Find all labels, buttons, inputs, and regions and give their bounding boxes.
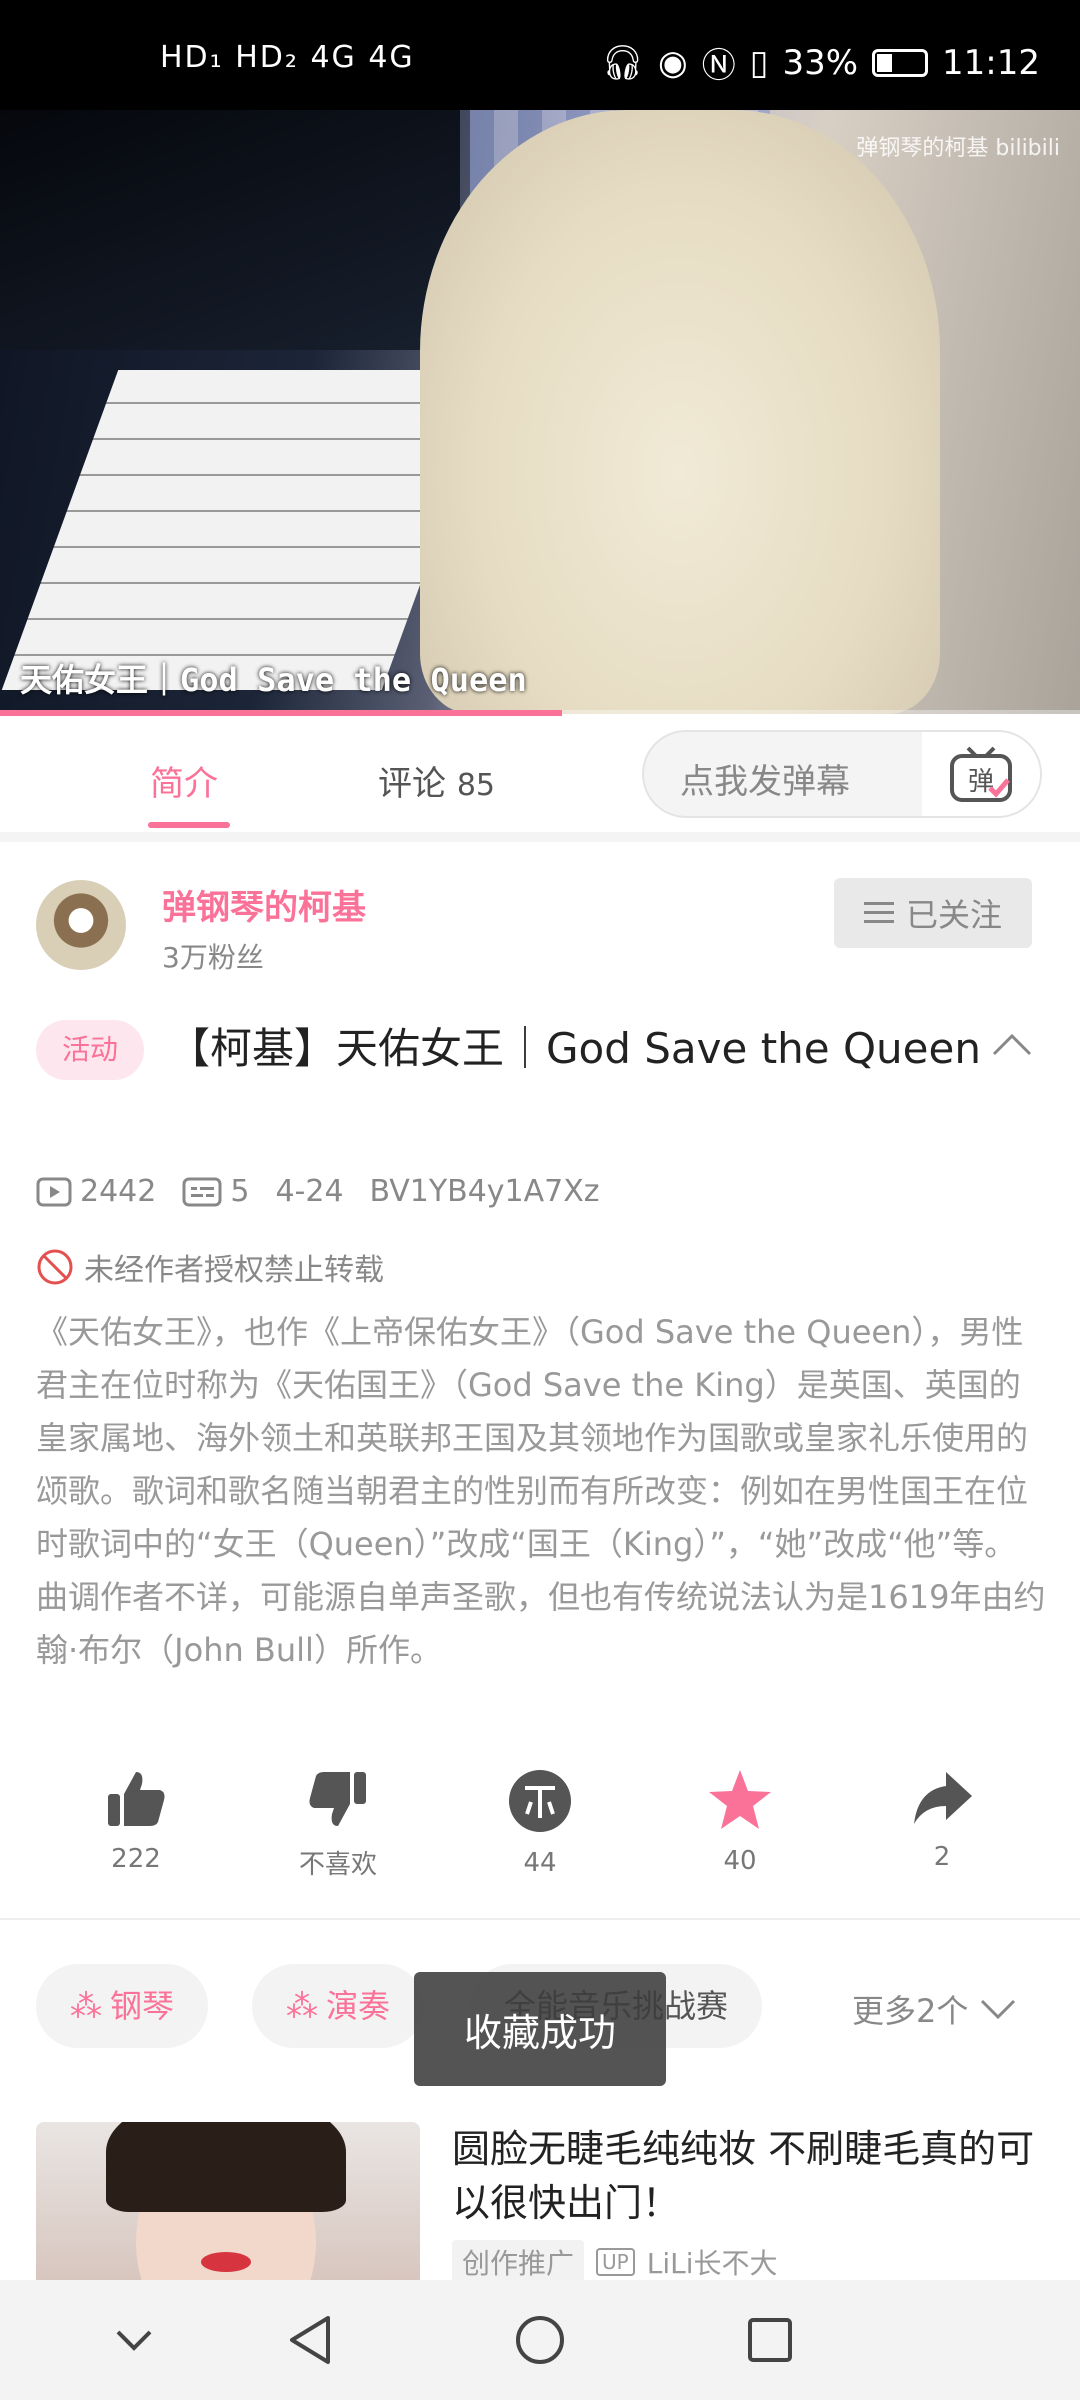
tab-comments-count: 85 — [456, 768, 495, 803]
video-player[interactable]: 弹钢琴的柯基 bilibili 天佑女王｜God Save the Queen — [0, 110, 1080, 714]
tag-cluster-icon: ⁂ — [286, 1987, 318, 2025]
toast-message: 收藏成功 — [414, 1972, 666, 2086]
coin-button[interactable]: 44 — [470, 1768, 610, 1878]
nfc-icon: Ⓝ — [701, 46, 736, 86]
status-bar: HD₁ HD₂ 4G 4G 🎧︎ ◉ Ⓝ ▯ 33% 11:12 — [0, 0, 1080, 110]
danmaku-tv-icon: 弹 — [950, 746, 1012, 802]
coin-count: 44 — [523, 1848, 557, 1878]
follow-button[interactable]: 已关注 — [834, 878, 1032, 948]
promotion-badge: 创作推广 — [452, 2240, 585, 2284]
more-tags-label: 更多2个 — [852, 1992, 969, 2030]
tag-piano-label: 钢琴 — [110, 1987, 175, 2025]
uploader-name[interactable]: 弹钢琴的柯基 — [162, 880, 366, 929]
chevron-up-icon[interactable] — [990, 1030, 1034, 1060]
video-description: 《天佑女王》，也作《上帝保佑女王》（God Save the Queen），男性… — [36, 1313, 1046, 1669]
favorite-count: 40 — [723, 1846, 757, 1876]
headphone-icon: 🎧︎ — [600, 42, 645, 83]
chevron-down-icon — [116, 2330, 152, 2351]
danmaku-input[interactable]: 点我发弹幕 弹 — [642, 730, 1042, 818]
danmaku-count-icon — [182, 1177, 222, 1206]
nav-hide-button[interactable] — [104, 2310, 164, 2370]
back-triangle-icon — [290, 2316, 330, 2364]
coin-icon — [509, 1770, 571, 1832]
tab-bar: 简介 评论 85 点我发弹幕 弹 — [0, 716, 1080, 842]
play-count-icon — [36, 1177, 72, 1206]
network-indicators: HD₁ HD₂ 4G 4G — [160, 40, 415, 75]
tag-piano[interactable]: ⁂ 钢琴 — [36, 1964, 209, 2048]
recommendation-meta: 创作推广 UP LiLi长不大 — [452, 2240, 777, 2284]
like-button[interactable]: 222 — [66, 1768, 206, 1874]
tag-cluster-icon: ⁂ — [70, 1987, 102, 2025]
bvid: BV1YB4y1A7Xz — [369, 1174, 600, 1209]
danmaku-count-item: 5 — [182, 1174, 249, 1209]
dislike-button[interactable]: 不喜欢 — [268, 1768, 408, 1881]
menu-lines-icon — [863, 902, 894, 923]
system-nav-bar — [0, 2280, 1080, 2400]
home-circle-icon — [516, 2316, 564, 2364]
dislike-label: 不喜欢 — [298, 1850, 377, 1880]
tag-performance[interactable]: ⁂ 演奏 — [252, 1964, 425, 2048]
recommendation-author[interactable]: LiLi长不大 — [647, 2242, 778, 2282]
section-divider — [0, 1918, 1080, 1920]
status-right: 🎧︎ ◉ Ⓝ ▯ 33% 11:12 — [601, 38, 1040, 87]
eye-icon: ◉ — [658, 42, 688, 83]
thumbs-up-icon — [108, 1772, 165, 1826]
up-badge-icon: UP — [596, 2248, 635, 2276]
danmaku-toggle-button[interactable]: 弹 — [922, 732, 1040, 816]
danmaku-count: 5 — [230, 1174, 250, 1209]
nav-back-button[interactable] — [280, 2310, 340, 2370]
video-watermark: 弹钢琴的柯基 bilibili — [856, 136, 1060, 161]
share-arrow-icon — [914, 1772, 972, 1824]
clock: 11:12 — [942, 42, 1040, 83]
like-count: 222 — [111, 1844, 161, 1874]
share-count: 2 — [933, 1842, 951, 1872]
tag-performance-label: 演奏 — [326, 1987, 391, 2025]
battery-icon — [872, 48, 929, 77]
thumbs-down-icon — [309, 1772, 366, 1826]
danmaku-button-label: 弹 — [968, 767, 994, 797]
danmaku-placeholder: 点我发弹幕 — [680, 762, 850, 802]
no-repost-notice: 未经作者授权禁止转载 — [36, 1245, 384, 1289]
follow-button-label: 已关注 — [905, 896, 1002, 934]
star-icon — [709, 1770, 771, 1829]
tab-active-indicator — [148, 822, 230, 828]
battery-percent: 33% — [782, 42, 859, 83]
nav-recents-button[interactable] — [740, 2310, 800, 2370]
recommendation-title[interactable]: 圆脸无睫毛纯纯妆 不刷睫毛真的可以很快出门！ — [452, 2122, 1042, 2230]
tab-intro[interactable]: 简介 — [150, 756, 218, 805]
thumbnail-lips — [201, 2252, 251, 2272]
recents-square-icon — [748, 2318, 792, 2362]
thumbnail-hair — [106, 2122, 346, 2212]
chevron-down-icon — [981, 1999, 1016, 2020]
video-frame-piano — [0, 110, 460, 350]
share-button[interactable]: 2 — [872, 1768, 1012, 1872]
publish-date: 4-24 — [275, 1174, 344, 1209]
nav-home-button[interactable] — [510, 2310, 570, 2370]
video-title: 【柯基】天佑女王｜God Save the Queen — [168, 1024, 981, 1073]
views-item: 2442 — [36, 1174, 156, 1209]
tab-comments[interactable]: 评论 85 — [378, 756, 495, 805]
more-tags-button[interactable]: 更多2个 — [852, 1986, 1018, 2032]
uploader-fans: 3万粉丝 — [162, 941, 264, 974]
favorite-button[interactable]: 40 — [670, 1768, 810, 1876]
video-overlay-title: 天佑女王｜God Save the Queen — [20, 661, 527, 699]
vibrate-icon: ▯ — [749, 42, 769, 83]
recommendation-thumbnail[interactable] — [36, 2122, 420, 2292]
uploader-avatar[interactable] — [36, 880, 126, 970]
no-repost-text: 未经作者授权禁止转载 — [84, 1253, 384, 1288]
video-frame-performer — [420, 110, 940, 714]
forbidden-icon — [37, 1249, 73, 1285]
video-meta-row: 2442 5 4-24 BV1YB4y1A7Xz — [36, 1174, 626, 1209]
tab-comments-label: 评论 — [378, 764, 446, 804]
views-count: 2442 — [80, 1174, 157, 1209]
